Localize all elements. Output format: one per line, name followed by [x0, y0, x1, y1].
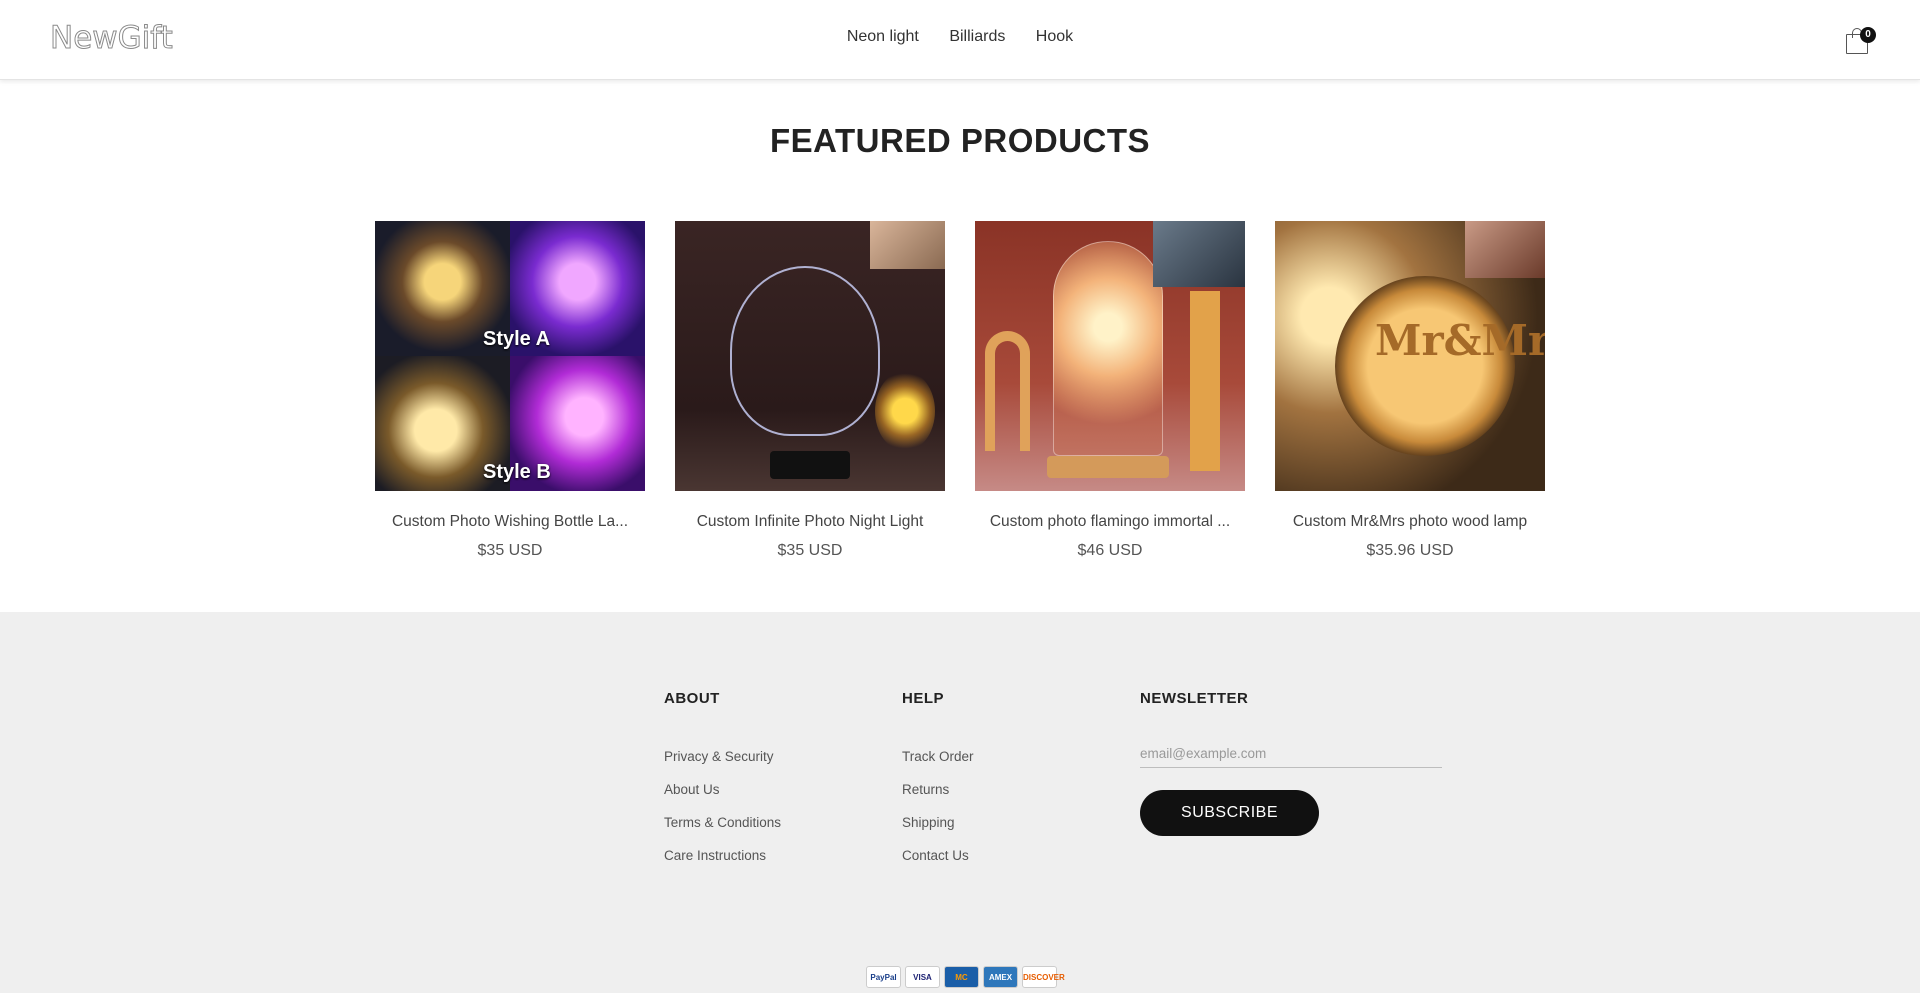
footer-about-heading: ABOUT — [664, 690, 720, 707]
footer-help-heading: HELP — [902, 690, 945, 707]
product-price: $35 USD — [477, 542, 543, 559]
footer-link-privacy-security[interactable]: Privacy & Security — [664, 749, 781, 764]
site-footer: ABOUT Privacy & Security About Us Terms … — [0, 612, 1920, 993]
footer-newsletter-heading: NEWSLETTER — [1140, 690, 1249, 707]
product-price: $35 USD — [777, 542, 843, 559]
product-image[interactable] — [975, 221, 1245, 491]
footer-link-track-order[interactable]: Track Order — [902, 749, 974, 764]
product-image[interactable]: Mr&Mrs — [1275, 221, 1545, 491]
nav-item-neon-light[interactable]: Neon light — [847, 28, 919, 46]
footer-link-care-instructions[interactable]: Care Instructions — [664, 848, 781, 863]
footer-link-terms-conditions[interactable]: Terms & Conditions — [664, 815, 781, 830]
product-card[interactable]: Custom Infinite Photo Night Light $35 US… — [675, 221, 945, 560]
footer-link-shipping[interactable]: Shipping — [902, 815, 974, 830]
amex-icon: AMEX — [983, 966, 1018, 988]
footer-link-returns[interactable]: Returns — [902, 782, 974, 797]
subscribe-button[interactable]: SUBSCRIBE — [1140, 790, 1319, 836]
image-label-style-a: Style A — [483, 328, 551, 350]
main-nav: Neon light Billiards Hook — [0, 28, 1920, 46]
paypal-icon: PayPal — [866, 966, 901, 988]
nav-item-hook[interactable]: Hook — [1036, 28, 1073, 46]
discover-icon: DISCOVER — [1022, 966, 1065, 988]
product-price: $46 USD — [1077, 542, 1143, 559]
product-image[interactable]: Style A Style B — [375, 221, 645, 491]
product-card[interactable]: Mr&Mrs Custom Mr&Mrs photo wood lamp $35… — [1275, 221, 1545, 560]
footer-about: ABOUT Privacy & Security About Us Terms … — [664, 690, 781, 881]
footer-link-about-us[interactable]: About Us — [664, 782, 781, 797]
mastercard-icon: MC — [944, 966, 979, 988]
product-card[interactable]: Custom photo flamingo immortal ... $46 U… — [975, 221, 1245, 560]
product-price: $35.96 USD — [1366, 542, 1454, 559]
product-image[interactable] — [675, 221, 945, 491]
footer-link-contact-us[interactable]: Contact Us — [902, 848, 974, 863]
cart-button[interactable]: 0 — [1846, 27, 1876, 54]
product-card[interactable]: Style A Style B Custom Photo Wishing Bot… — [375, 221, 645, 560]
newsletter-email-input[interactable] — [1140, 740, 1442, 768]
product-name[interactable]: Custom Mr&Mrs photo wood lamp — [1275, 513, 1545, 531]
nav-item-billiards[interactable]: Billiards — [949, 28, 1005, 46]
featured-products-title: FEATURED PRODUCTS — [769, 122, 1151, 159]
site-header: NewGift Neon light Billiards Hook 0 — [0, 0, 1920, 80]
product-name[interactable]: Custom photo flamingo immortal ... — [975, 513, 1245, 531]
image-label-style-b: Style B — [483, 461, 551, 483]
image-label-mr-mrs: Mr&Mrs — [1375, 316, 1545, 365]
cart-count-badge: 0 — [1860, 27, 1876, 43]
product-name[interactable]: Custom Photo Wishing Bottle La... — [375, 513, 645, 531]
visa-icon: VISA — [905, 966, 940, 988]
footer-help: HELP Track Order Returns Shipping Contac… — [902, 690, 974, 881]
payment-icons: PayPal VISA MC AMEX DISCOVER — [866, 966, 1065, 988]
product-name[interactable]: Custom Infinite Photo Night Light — [675, 513, 945, 531]
